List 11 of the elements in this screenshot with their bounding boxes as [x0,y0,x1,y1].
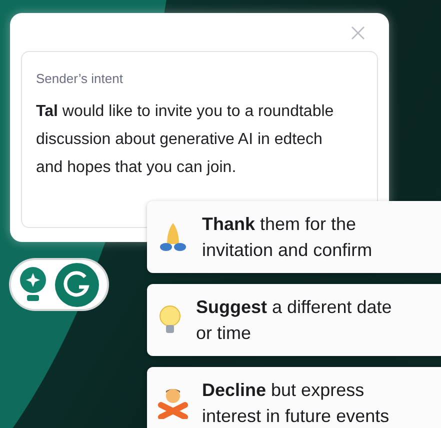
intent-message: Tal would like to invite you to a roundtable discussion about generative AI in edtech and hopes that you can join. [36,102,335,178]
g-logo-icon[interactable] [55,262,99,306]
suggestion-text: Thank them for the invitation and confirm [202,213,374,262]
suggestion-option[interactable]: Decline but express interest in future events [147,367,441,428]
intent-label: Sender’s intent [36,71,124,86]
suggestion-option[interactable]: Thank them for the invitation and confirm [147,201,441,273]
bulb-sparkle-icon[interactable] [19,266,47,304]
suggestion-option[interactable]: Suggest a different date or time [147,284,441,356]
suggestion-text: Suggest a different date or time [196,296,393,345]
suggestion-text: Decline but express interest in future events [202,379,390,428]
light-bulb-icon [158,305,182,335]
